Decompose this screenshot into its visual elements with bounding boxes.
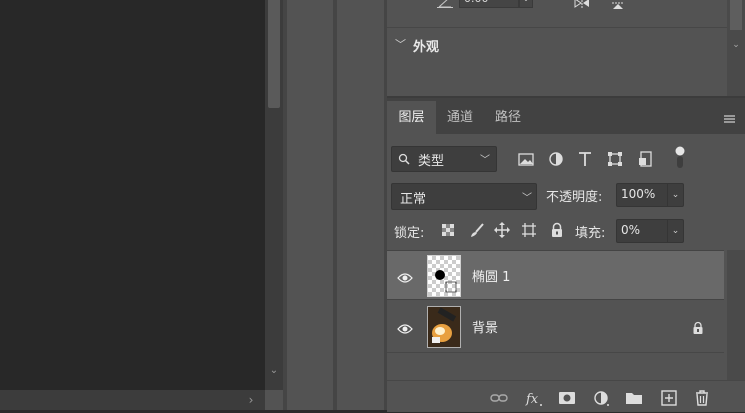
fill-value[interactable]: 0% [621,223,640,237]
angle-dropdown[interactable]: ⌄ [519,0,533,8]
chevron-down-icon[interactable]: ⌄ [667,184,683,206]
layer-thumbnail[interactable] [427,306,461,348]
chevron-down-icon[interactable]: ﹀ [395,38,407,52]
layer-row-background[interactable]: 背景 [387,302,724,353]
eye-icon[interactable] [397,269,413,283]
filter-pixel-icon[interactable] [517,150,535,168]
layer-filter-select[interactable]: 类型 ﹀ [391,146,497,172]
search-icon [398,153,410,165]
lock-icon[interactable] [691,320,705,334]
properties-panel: 0.00 ⌄ ﹀ 外观 ⌄ [387,0,745,96]
tab-channels[interactable]: 通道 [436,101,484,134]
layer-thumbnail[interactable] [427,255,461,297]
layer-name[interactable]: 椭圆 1 [472,266,510,285]
scroll-down-icon[interactable]: ⌄ [730,40,742,54]
layers-footer-toolbar: fx [387,380,745,412]
properties-scrollbar[interactable]: ⌄ [727,0,745,96]
opacity-label: 不透明度: [546,190,603,205]
filter-toggle-switch[interactable] [675,146,685,170]
filter-kind-label: 类型 [418,154,445,169]
canvas-horizontal-scrollbar[interactable]: › [0,390,265,410]
scroll-right-icon[interactable]: › [245,393,257,407]
fill-input[interactable]: 0% ⌄ [616,219,684,243]
svg-text:fx: fx [525,392,539,407]
filter-adjustment-icon[interactable] [547,150,565,168]
canvas-vertical-scrollbar[interactable]: ⌄ [265,0,283,390]
scroll-down-icon[interactable]: ⌄ [268,364,280,378]
fill-label: 填充: [575,226,606,241]
filter-smart-object-icon[interactable] [637,150,655,168]
lock-label: 锁定: [394,226,425,241]
lock-transparent-pixels-icon[interactable] [440,222,456,238]
lock-artboard-icon[interactable] [521,222,537,238]
opacity-input[interactable]: 100% ⌄ [616,183,684,207]
new-layer-icon[interactable] [660,389,678,407]
collapsed-panel-dock [287,0,333,410]
blend-mode-select[interactable]: 正常 ﹀ [391,183,537,210]
layers-list: 椭圆 1 背景 [387,250,727,380]
delete-layer-icon[interactable] [693,389,711,407]
add-mask-icon[interactable] [558,389,576,407]
section-divider [387,27,727,28]
scrollbar-thumb[interactable] [268,0,280,108]
chevron-down-icon: ﹀ [480,155,490,166]
new-group-icon[interactable] [625,389,643,407]
layers-scrollbar[interactable] [727,250,745,380]
appearance-section-title[interactable]: 外观 [413,36,439,55]
blend-mode-value: 正常 [400,192,427,207]
lock-position-icon[interactable] [494,222,510,238]
flip-horizontal-icon[interactable] [573,0,591,9]
adjustment-layer-icon[interactable] [592,389,610,407]
chevron-down-icon[interactable]: ⌄ [667,220,683,242]
panel-tab-bar: 图层 通道 路径 [387,98,745,134]
scrollbar-thumb[interactable] [730,0,742,30]
angle-input[interactable]: 0.00 [459,0,519,8]
angle-icon [437,0,453,8]
filter-shape-icon[interactable] [606,150,624,168]
opacity-value[interactable]: 100% [621,187,655,201]
eye-icon[interactable] [397,320,413,334]
lock-image-pixels-icon[interactable] [469,222,485,238]
link-layers-icon[interactable] [490,389,508,407]
collapsed-panel-dock [337,0,384,410]
tab-paths[interactable]: 路径 [484,101,532,134]
layer-row-ellipse[interactable]: 椭圆 1 [387,250,724,300]
document-canvas[interactable] [0,0,265,390]
layer-name[interactable]: 背景 [472,317,498,336]
tab-layers[interactable]: 图层 [387,101,436,134]
fx-icon[interactable]: fx [525,389,543,407]
filter-type-icon[interactable] [576,150,594,168]
lock-all-icon[interactable] [549,222,565,238]
panel-menu-icon[interactable] [723,110,737,123]
chevron-down-icon: ﹀ [522,193,532,204]
flip-vertical-icon[interactable] [611,0,625,9]
layers-panel: 图层 通道 路径 类型 ﹀ 正常 ﹀ 不透明度: 100% ⌄ 锁定: 填充: … [387,96,745,412]
